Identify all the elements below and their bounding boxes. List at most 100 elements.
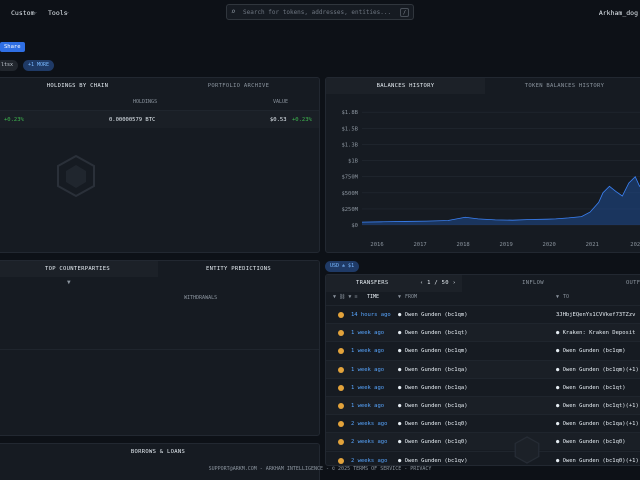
- row-to[interactable]: ● Kraken: Kraken Deposit: [556, 330, 635, 336]
- holdings-row[interactable]: +0.23% 0.00000579 BTC $0.53 +0.23%: [0, 110, 319, 128]
- y-tick-label: $1.8B: [341, 110, 358, 116]
- tab-inflow[interactable]: INFLOW: [462, 275, 604, 292]
- header-icons[interactable]: ▼ ⛓ ▼ ≡: [333, 294, 357, 300]
- y-tick-label: $750M: [341, 175, 358, 181]
- entity-icon: ●: [556, 439, 563, 446]
- arkham-logo-watermark: [514, 436, 540, 464]
- custom-menu[interactable]: Custom: [11, 9, 34, 17]
- row-time[interactable]: 2 weeks ago: [351, 439, 387, 445]
- row-to[interactable]: 3JHbjEQenYs1CVVkef73TZzv: [556, 312, 635, 318]
- y-tick-label: $1B: [348, 159, 359, 165]
- row-from[interactable]: ● Owen Gunden (bc1qt): [398, 330, 468, 336]
- btc-token-icon: [338, 348, 344, 355]
- share-button[interactable]: Share: [0, 42, 25, 52]
- y-tick-label: $1.5B: [341, 126, 358, 132]
- chevron-right-icon[interactable]: ›: [449, 280, 456, 286]
- row-to[interactable]: ● Owen Gunden (bc1qt)(+1): [556, 403, 639, 409]
- row-to[interactable]: ● Owen Gunden (bc1qa)(+1): [556, 421, 639, 427]
- entity-icon: ●: [398, 457, 405, 464]
- row-time[interactable]: 1 week ago: [351, 330, 384, 336]
- header-from[interactable]: FROM: [405, 294, 417, 300]
- row-to[interactable]: ● Owen Gunden (bc1qt): [556, 385, 626, 391]
- row-from[interactable]: ● Owen Gunden (bc1q0): [398, 421, 468, 427]
- top-nav: Custom ⌄ Tools ⌄ ⌕ Search for tokens, ad…: [0, 0, 640, 26]
- tab-borrows-loans[interactable]: BORROWS & LOANS: [0, 444, 319, 460]
- table-row[interactable]: 1 week ago ● Owen Gunden (bc1qa) ● Owen Gu…: [326, 377, 640, 396]
- chevron-down-icon[interactable]: ⌄: [34, 9, 37, 15]
- row-from[interactable]: ● Owen Gunden (bc1q0): [398, 439, 468, 445]
- balance-area: [362, 176, 640, 225]
- header-to[interactable]: TO: [563, 294, 569, 300]
- entity-icon: ●: [398, 403, 405, 409]
- y-tick-label: $0: [351, 223, 358, 229]
- row-time[interactable]: 1 week ago: [351, 367, 384, 373]
- x-tick-label: 2017: [413, 242, 426, 248]
- table-row[interactable]: 14 hours ago ● Owen Gunden (bc1qm) 3JHbjEQ…: [326, 305, 640, 323]
- x-tick-label: 202: [630, 242, 640, 248]
- table-row[interactable]: 2 weeks ago ● Owen Gunden (bc1q0) ● Owen G…: [326, 432, 640, 451]
- balances-chart[interactable]: $0 $250M $500M $750M $1B $1.3B $1.5B $1.8B 2016 2…: [326, 94, 640, 253]
- tab-portfolio-archive[interactable]: PORTFOLIO ARCHIVE: [158, 78, 319, 94]
- entity-icon: ●: [398, 384, 405, 391]
- btc-token-icon: [338, 403, 344, 409]
- tools-menu[interactable]: Tools: [48, 9, 68, 17]
- row-from[interactable]: ● Owen Gunden (bc1qa): [398, 367, 468, 373]
- btc-token-icon: [338, 366, 344, 373]
- y-tick-label: $1.3B: [341, 142, 358, 148]
- row-from[interactable]: ● Owen Gunden (bc1qa): [398, 385, 468, 391]
- y-tick-label: $250M: [341, 207, 358, 213]
- table-row[interactable]: 1 week ago ● Owen Gunden (bc1qa) ● Owen Gu…: [326, 396, 640, 414]
- row-time[interactable]: 1 week ago: [351, 385, 384, 391]
- row-from[interactable]: ● Owen Gunden (bc1qv): [398, 458, 468, 464]
- entity-icon: ●: [556, 457, 563, 464]
- entity-icon: ●: [398, 348, 405, 355]
- row-time[interactable]: 1 week ago: [351, 403, 384, 409]
- y-tick-label: $500M: [341, 191, 358, 197]
- row-from[interactable]: ● Owen Gunden (bc1qm): [398, 348, 468, 354]
- btc-token-icon: [338, 312, 344, 318]
- row-time[interactable]: 14 hours ago: [351, 312, 391, 318]
- usd-chip[interactable]: USD ± $1: [325, 261, 360, 272]
- tab-entity-predictions[interactable]: ENTITY PREDICTIONS: [158, 261, 319, 277]
- filter-icon[interactable]: ▼: [556, 294, 559, 300]
- filter-icon[interactable]: ▼: [398, 294, 401, 300]
- row-time[interactable]: 2 weeks ago: [351, 458, 387, 464]
- row-from[interactable]: ● Owen Gunden (bc1qm): [398, 312, 468, 318]
- row-to[interactable]: ● Owen Gunden (bc1qm): [556, 348, 626, 354]
- tab-balances-history[interactable]: BALANCES HISTORY: [326, 78, 485, 94]
- holdings-panel: HOLDINGS BY CHAIN PORTFOLIO ARCHIVE HOLD…: [0, 77, 320, 253]
- tab-outflow[interactable]: OUTFL: [604, 275, 640, 292]
- btc-token-icon: [338, 457, 344, 464]
- row-time[interactable]: 2 weeks ago: [351, 421, 387, 427]
- tab-top-counterparties[interactable]: TOP COUNTERPARTIES: [0, 261, 158, 277]
- user-menu[interactable]: Arkham_dog: [599, 9, 638, 17]
- table-row[interactable]: 2 weeks ago ● Owen Gunden (bc1qv) ● Owen G…: [326, 450, 640, 465]
- table-row[interactable]: 1 week ago ● Owen Gunden (bc1qa) ● Owen Gu…: [326, 359, 640, 378]
- row-to[interactable]: ● Owen Gunden (bc1q0): [556, 439, 626, 445]
- balances-panel: BALANCES HISTORY TOKEN BALANCES HISTORY …: [325, 77, 640, 253]
- search-placeholder: Search for tokens, addresses, entities..…: [243, 9, 392, 16]
- btc-token-icon: [338, 330, 344, 337]
- more-chip[interactable]: +1 MORE: [23, 60, 55, 71]
- search-input[interactable]: ⌕ Search for tokens, addresses, entities…: [226, 4, 414, 20]
- x-tick-label: 2021: [586, 242, 599, 248]
- chevron-down-icon[interactable]: ⌄: [66, 9, 69, 15]
- btc-token-icon: [338, 421, 344, 428]
- row-to[interactable]: ● Owen Gunden (bc1q0)(+1): [556, 458, 639, 464]
- row-time[interactable]: 1 week ago: [351, 348, 384, 354]
- entity-icon: ●: [398, 330, 405, 337]
- row-to[interactable]: ● Owen Gunden (bc1qm)(+1): [556, 367, 639, 373]
- tab-holdings-by-chain[interactable]: HOLDINGS BY CHAIN: [0, 78, 158, 94]
- table-row[interactable]: 2 weeks ago ● Owen Gunden (bc1q0) ● Owen G…: [326, 414, 640, 432]
- borrows-panel: BORROWS & LOANS: [0, 443, 320, 480]
- filter-icon[interactable]: ▼: [67, 279, 71, 286]
- table-row[interactable]: 1 week ago ● Owen Gunden (bc1qt) ● Kraken:…: [326, 323, 640, 342]
- x-tick-label: 2020: [543, 242, 556, 248]
- row-from[interactable]: ● Owen Gunden (bc1qa): [398, 403, 468, 409]
- pager[interactable]: ‹ 1 / 50 ›: [414, 275, 462, 292]
- tab-token-balances-history[interactable]: TOKEN BALANCES HISTORY: [485, 78, 640, 94]
- table-row[interactable]: 1 week ago ● Owen Gunden (bc1qm) ● Owen Gu…: [326, 341, 640, 359]
- tab-transfers[interactable]: TRANSFERS: [326, 275, 414, 292]
- filter-chip[interactable]: ltsx: [0, 60, 19, 71]
- header-time[interactable]: TIME: [367, 294, 379, 300]
